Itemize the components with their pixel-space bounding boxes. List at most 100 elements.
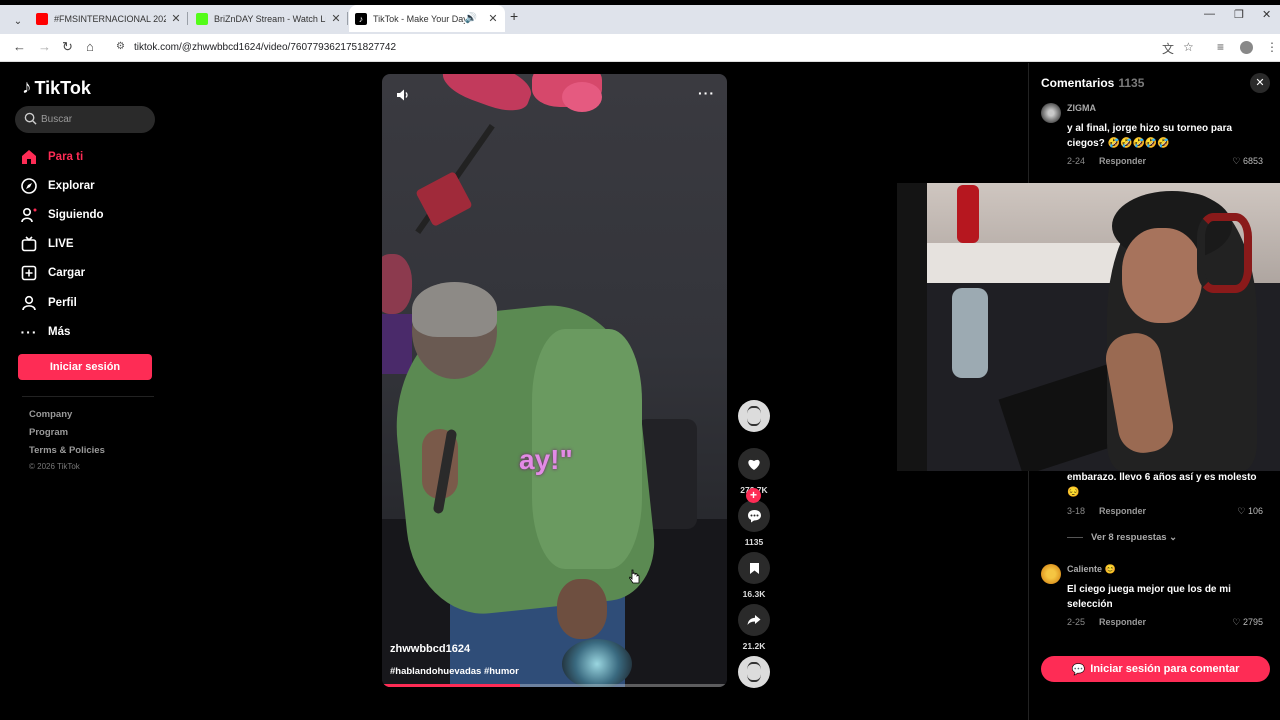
forward-icon[interactable]: → [38, 39, 51, 54]
compass-icon [20, 177, 38, 195]
sidebar-item-cargar[interactable]: Cargar [20, 259, 160, 288]
author-avatar[interactable] [738, 400, 770, 432]
video-person-shape [557, 579, 607, 639]
webcam-shape [957, 185, 979, 243]
sidebar-nav: Para ti Explorar Siguiendo LIVE Cargar P… [20, 142, 160, 346]
share-action[interactable]: 21.2K [738, 604, 770, 652]
save-count: 16.3K [742, 589, 766, 599]
view-replies-button[interactable]: Ver 8 respuestas ⌄ [1067, 532, 1177, 543]
share-icon[interactable] [738, 604, 770, 636]
video-bg-shape [562, 639, 632, 687]
bookmark-icon[interactable] [738, 552, 770, 584]
comments-header: Comentarios 1135 [1041, 76, 1144, 90]
home-icon[interactable]: ⌂ [86, 39, 94, 54]
video-progress-bar[interactable] [382, 684, 727, 687]
back-icon[interactable]: ← [13, 39, 26, 54]
headphones-shape [1197, 213, 1252, 293]
mouse-cursor [629, 569, 641, 585]
tab-search-button[interactable]: ⌄ [9, 13, 27, 31]
avatar[interactable] [1041, 564, 1061, 584]
audio-playing-icon[interactable]: 🔊 [465, 13, 477, 24]
tab-kick[interactable]: BriZnDAY Stream - Watch Live on Kick ✕ [190, 5, 348, 32]
minimize-icon[interactable]: — [1204, 8, 1215, 20]
close-window-icon[interactable]: ✕ [1262, 8, 1271, 21]
sidebar-item-siguiendo[interactable]: Siguiendo [20, 200, 160, 229]
music-disc-avatar[interactable] [738, 656, 770, 688]
comment-user[interactable]: Caliente 😊 [1067, 564, 1116, 575]
bookmark-star-icon[interactable]: ☆ [1183, 40, 1194, 54]
sidebar-item-label: Explorar [48, 179, 95, 192]
tab-title: BriZnDAY Stream - Watch Live on Kick [214, 13, 326, 24]
comment-text: El ciego juega mejor que los de mi selec… [1067, 584, 1231, 610]
translate-icon[interactable]: 文 [1162, 40, 1174, 57]
comment-meta: 2-25 Responder [1067, 617, 1146, 627]
profile-avatar-icon[interactable] [1240, 41, 1253, 54]
sidebar-item-label: Cargar [48, 267, 86, 280]
video-author[interactable]: zhwwbbcd1624 [390, 643, 470, 655]
media-control-icon[interactable]: ≡ [1217, 40, 1224, 54]
tiktok-note-icon: ♪ [22, 77, 32, 98]
login-to-comment-button[interactable]: 💬 Iniciar sesión para comentar [1041, 656, 1270, 682]
more-options-icon[interactable]: ··· [698, 85, 715, 101]
avatar[interactable] [1041, 103, 1061, 123]
youtube-icon [36, 12, 48, 25]
close-tab-icon[interactable]: ✕ [487, 12, 499, 25]
video-player[interactable]: ay!" ··· zhwwbbcd1624 #hablandohuevadas … [382, 74, 727, 687]
tab-tiktok[interactable]: ♪ TikTok - Make Your Day 🔊 ✕ [349, 5, 505, 32]
view-replies-label: Ver 8 respuestas [1091, 532, 1167, 543]
home-icon [20, 148, 38, 166]
volume-icon[interactable] [396, 88, 410, 102]
close-icon[interactable]: ✕ [1250, 73, 1270, 93]
video-progress-fill [382, 684, 520, 687]
comment-user[interactable]: ZIGMA [1067, 103, 1096, 113]
sidebar-item-explorar[interactable]: Explorar [20, 171, 160, 200]
video-person-shape [412, 282, 497, 337]
tab-title: #FMSINTERNACIONAL 2025/2026 [54, 13, 166, 24]
login-button[interactable]: Iniciar sesión [18, 354, 152, 380]
reply-button[interactable]: Responder [1099, 617, 1146, 627]
sidebar-item-para-ti[interactable]: Para ti [20, 142, 160, 171]
comment-icon[interactable] [738, 500, 770, 532]
reply-button[interactable]: Responder [1099, 506, 1146, 516]
sidebar-item-perfil[interactable]: Perfil [20, 288, 160, 317]
search-box[interactable] [15, 106, 155, 133]
tiktok-logo[interactable]: ♪ TikTok [22, 77, 91, 99]
comment-like[interactable]: ♡ 2795 [1232, 617, 1263, 628]
chevron-down-icon: ⌄ [1169, 532, 1178, 543]
heart-icon[interactable] [738, 448, 770, 480]
search-input[interactable] [41, 106, 149, 133]
tab-fms[interactable]: #FMSINTERNACIONAL 2025/2026 ✕ [30, 5, 188, 32]
footer-link-program[interactable]: Program [29, 427, 68, 438]
site-info-icon[interactable]: ⚙ [116, 41, 125, 52]
reply-button[interactable]: Responder [1099, 156, 1146, 166]
comment-action[interactable]: 1135 [738, 500, 770, 548]
avatar-signature-glyph [747, 406, 761, 426]
close-tab-icon[interactable]: ✕ [170, 12, 182, 25]
login-to-comment-label: Iniciar sesión para comentar [1090, 663, 1240, 675]
comment-like[interactable]: ♡ 106 [1237, 506, 1263, 517]
webcam-shape [952, 288, 988, 378]
reload-icon[interactable]: ↻ [62, 39, 73, 55]
comment-meta: 3-18 Responder [1067, 506, 1146, 516]
sidebar-item-label: Siguiendo [48, 208, 104, 221]
comment-like[interactable]: ♡ 6853 [1232, 156, 1263, 167]
sidebar-item-live[interactable]: LIVE [20, 230, 160, 259]
live-tv-icon [20, 235, 38, 253]
replies-line [1067, 536, 1083, 538]
footer-link-company[interactable]: Company [29, 409, 72, 420]
new-tab-button[interactable]: + [510, 8, 518, 24]
video-hashtags[interactable]: #hablandohuevadas #humor [390, 666, 519, 677]
follow-plus-icon[interactable]: + [746, 488, 761, 503]
url-field[interactable]: ⚙ tiktok.com/@zhwwbbcd1624/video/7607793… [108, 37, 1203, 59]
tab-title: TikTok - Make Your Day [373, 13, 465, 24]
following-icon [20, 206, 38, 224]
comment-date: 2-25 [1067, 617, 1086, 627]
restore-icon[interactable]: ❐ [1234, 8, 1244, 21]
footer-link-terms[interactable]: Terms & Policies [29, 445, 105, 456]
close-tab-icon[interactable]: ✕ [330, 12, 342, 25]
comment-count: 1135 [744, 537, 764, 547]
sidebar-item-mas[interactable]: ··· Más [20, 317, 160, 346]
save-action[interactable]: 16.3K [738, 552, 770, 600]
browser-menu-icon[interactable]: ⋮ [1266, 40, 1278, 54]
comment-text: y al final, jorge hizo su torneo para ci… [1067, 123, 1233, 149]
